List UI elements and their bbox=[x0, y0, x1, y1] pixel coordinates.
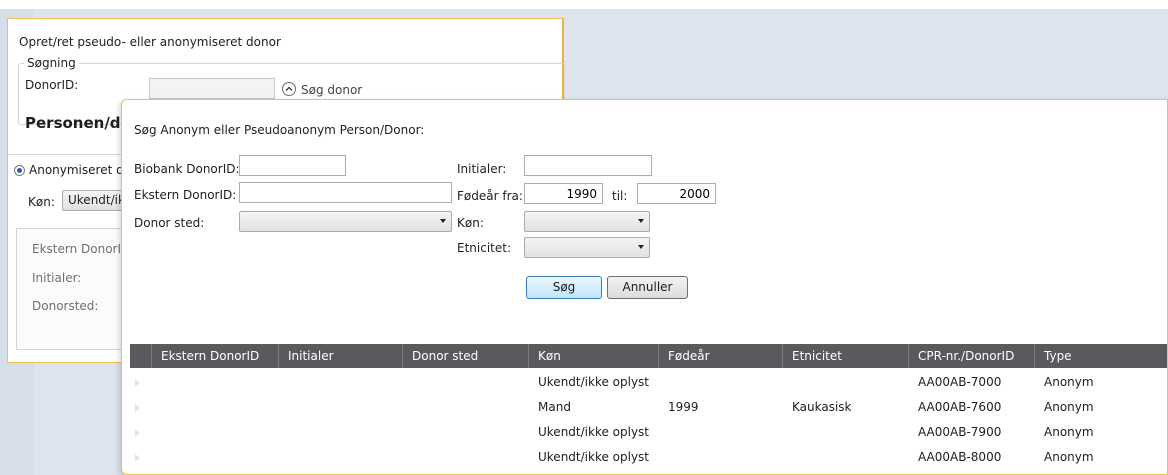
cell-donor-place bbox=[403, 420, 412, 445]
search-button[interactable]: Søg bbox=[526, 276, 602, 299]
row-header-column bbox=[130, 344, 152, 368]
cell-initials bbox=[279, 395, 288, 420]
cell-cpr-donor-id: AA00AB-7000 bbox=[918, 375, 1002, 389]
cell-birth-year: 1999 bbox=[668, 400, 699, 414]
anonymised-radio-label: Anonymiseret do bbox=[29, 163, 132, 177]
results-grid-header: Ekstern DonorID Initialer Donor sted Køn… bbox=[130, 344, 1167, 368]
cell-donor-place bbox=[403, 370, 412, 395]
row-selector-icon bbox=[135, 454, 140, 462]
table-row[interactable]: Mand 1999 Kaukasisk AA00AB-7600 Anonym bbox=[130, 395, 1167, 420]
donor-place-label: Donor sted: bbox=[134, 216, 205, 230]
ethnicity-dropdown[interactable] bbox=[524, 237, 650, 258]
birth-year-from-input[interactable] bbox=[524, 183, 603, 204]
ext-donor-label: Ekstern DonorID bbox=[32, 242, 131, 256]
table-row[interactable]: Ukendt/ikke oplyst AA00AB-7900 Anonym bbox=[130, 420, 1167, 445]
column-header-type[interactable]: Type bbox=[1035, 344, 1167, 368]
donor-place-label: Donorsted: bbox=[32, 299, 99, 313]
chevron-down-icon bbox=[440, 219, 446, 223]
dialog-title: Søg Anonym eller Pseudoanonym Person/Don… bbox=[134, 123, 425, 137]
anonymised-radio[interactable] bbox=[14, 165, 25, 176]
column-header-birth-year[interactable]: Fødeår bbox=[659, 344, 783, 368]
cell-type: Anonym bbox=[1044, 375, 1094, 389]
initials-label: Initialer: bbox=[457, 162, 507, 176]
row-selector-icon bbox=[135, 379, 140, 387]
search-donor-dialog: Søg Anonym eller Pseudoanonym Person/Don… bbox=[121, 99, 1168, 475]
donor-place-dropdown[interactable] bbox=[239, 211, 452, 232]
cell-type: Anonym bbox=[1044, 425, 1094, 439]
gender-label: Køn: bbox=[28, 195, 55, 209]
table-row[interactable]: Ukendt/ikke oplyst AA00AB-7000 Anonym bbox=[130, 370, 1167, 395]
birth-year-to-input[interactable] bbox=[637, 183, 716, 204]
search-donor-link[interactable]: Søg donor bbox=[301, 83, 362, 97]
birth-year-to-label: til: bbox=[612, 189, 628, 203]
donor-id-input[interactable] bbox=[149, 78, 275, 99]
biobank-donor-id-label: Biobank DonorID: bbox=[134, 162, 240, 176]
gender-label: Køn: bbox=[457, 216, 484, 230]
cell-donor-place bbox=[403, 445, 412, 470]
cell-cpr-donor-id: AA00AB-7900 bbox=[918, 425, 1002, 439]
chevron-down-icon bbox=[638, 219, 644, 223]
cell-ext-donor-id bbox=[152, 370, 161, 395]
cell-cpr-donor-id: AA00AB-8000 bbox=[918, 450, 1002, 464]
chevron-down-icon bbox=[638, 245, 644, 249]
cell-ext-donor-id bbox=[152, 420, 161, 445]
cell-gender: Ukendt/ikke oplyst bbox=[538, 375, 650, 389]
cell-type: Anonym bbox=[1044, 450, 1094, 464]
column-header-ethnicity[interactable]: Etnicitet bbox=[783, 344, 909, 368]
cell-initials bbox=[279, 370, 288, 395]
initials-label: Initialer: bbox=[32, 271, 82, 285]
initials-input[interactable] bbox=[524, 155, 652, 176]
cell-gender: Ukendt/ikke oplyst bbox=[538, 425, 650, 439]
column-header-cpr-donor-id[interactable]: CPR-nr./DonorID bbox=[909, 344, 1035, 368]
table-row[interactable]: Ukendt/ikke oplyst AA00AB-8000 Anonym bbox=[130, 445, 1167, 470]
birth-year-from-label: Fødeår fra: bbox=[457, 189, 523, 203]
column-header-ext-donor-id[interactable]: Ekstern DonorID bbox=[152, 344, 279, 368]
cell-ethnicity bbox=[783, 370, 792, 395]
column-header-donor-place[interactable]: Donor sted bbox=[403, 344, 529, 368]
gender-dropdown[interactable] bbox=[524, 211, 650, 232]
expand-search-icon[interactable] bbox=[282, 82, 296, 96]
cell-donor-place bbox=[403, 395, 412, 420]
cell-type: Anonym bbox=[1044, 400, 1094, 414]
biobank-donor-id-input[interactable] bbox=[239, 155, 346, 176]
cell-ext-donor-id bbox=[152, 395, 161, 420]
cell-birth-year bbox=[659, 420, 668, 445]
cell-gender: Ukendt/ikke oplyst bbox=[538, 450, 650, 464]
cell-cpr-donor-id: AA00AB-7600 bbox=[918, 400, 1002, 414]
cell-ext-donor-id bbox=[152, 445, 161, 470]
window-title: Opret/ret pseudo- eller anonymiseret don… bbox=[19, 35, 281, 49]
cell-initials bbox=[279, 445, 288, 470]
cancel-button[interactable]: Annuller bbox=[607, 276, 688, 299]
cell-initials bbox=[279, 420, 288, 445]
cell-ethnicity bbox=[783, 420, 792, 445]
donor-id-label: DonorID: bbox=[25, 78, 79, 92]
ethnicity-label: Etnicitet: bbox=[457, 241, 511, 255]
ext-donor-id-label: Ekstern DonorID: bbox=[134, 188, 237, 202]
row-selector-icon bbox=[135, 429, 140, 437]
cell-gender: Mand bbox=[538, 400, 571, 414]
ext-donor-id-input[interactable] bbox=[239, 182, 452, 203]
search-group-legend: Søgning bbox=[24, 56, 79, 70]
column-header-gender[interactable]: Køn bbox=[529, 344, 659, 368]
cell-birth-year bbox=[659, 445, 668, 470]
cell-ethnicity bbox=[783, 445, 792, 470]
column-header-initials[interactable]: Initialer bbox=[279, 344, 403, 368]
cell-ethnicity: Kaukasisk bbox=[792, 400, 852, 414]
row-selector-icon bbox=[135, 404, 140, 412]
cell-birth-year bbox=[659, 370, 668, 395]
